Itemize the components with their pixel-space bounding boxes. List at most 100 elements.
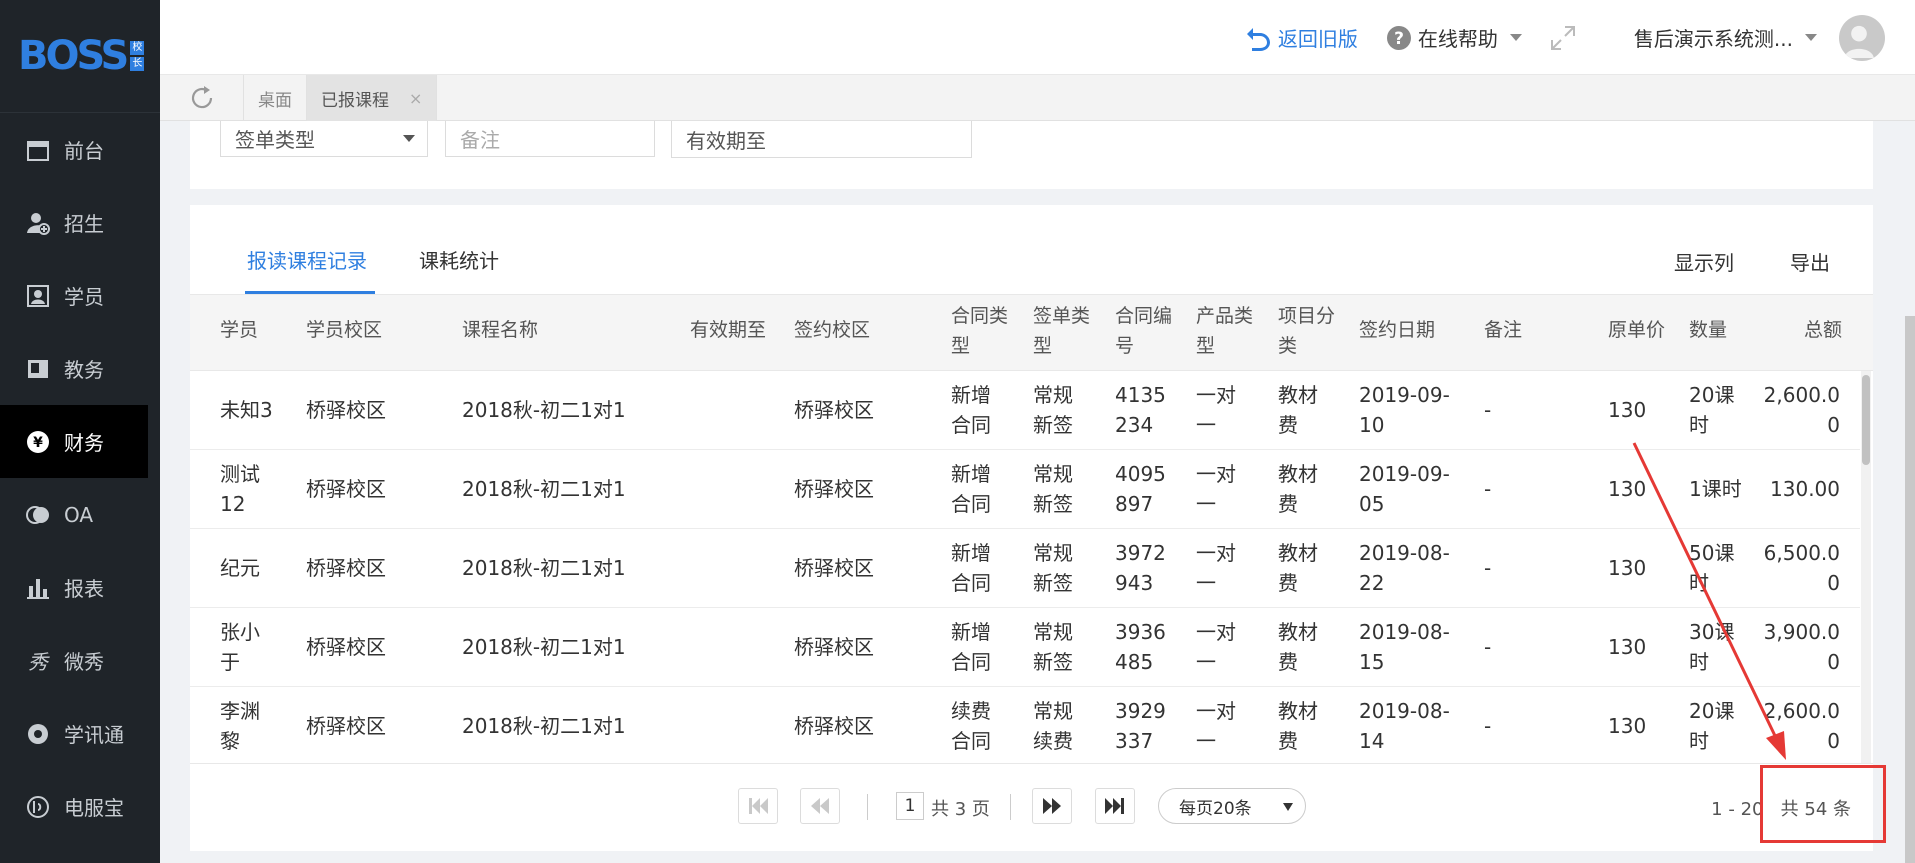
chevron-down-icon (1509, 34, 1522, 41)
page-size-select[interactable]: 每页20条 (1158, 788, 1306, 824)
cell-contract-type: 新增 合同 (951, 620, 991, 674)
cell-qty: 1课时 (1689, 477, 1742, 501)
cell-sign-type: 常规 续费 (1033, 699, 1073, 753)
sidebar-item-8[interactable]: 学讯通 (0, 697, 160, 770)
prev-page-button[interactable] (800, 788, 840, 824)
col-contract-type[interactable]: 合同类型 (951, 301, 1008, 361)
close-icon[interactable]: × (409, 89, 422, 108)
sidebar-item-label: 招生 (64, 212, 104, 236)
sidebar-item-label: 报表 (64, 577, 104, 601)
cell-qty: 30课时 (1689, 620, 1735, 674)
cell-course: 2018秋-初二1对1 (462, 635, 626, 659)
col-student-campus[interactable]: 学员校区 (306, 315, 382, 345)
sidebar-item-3[interactable]: 教务 (0, 332, 160, 405)
table-row[interactable]: 测试 12 桥驿校区 2018秋-初二1对1 桥驿校区 新增 合同 常规 新签 4095 897 一对… (190, 450, 1860, 529)
last-page-icon (1105, 798, 1124, 814)
tab-consumption-stats[interactable]: 课耗统计 (419, 245, 499, 274)
remark-input[interactable]: 备注 (445, 121, 655, 157)
sign-type-select[interactable]: 签单类型 (220, 121, 428, 157)
last-page-button[interactable] (1095, 788, 1135, 824)
first-page-button[interactable] (738, 788, 778, 824)
cell-date: 2019-08- 22 (1359, 541, 1450, 595)
sidebar-item-5[interactable]: OA (0, 478, 160, 551)
online-help-dropdown[interactable]: ? 在线帮助 (1386, 23, 1522, 52)
next-page-icon (1043, 798, 1061, 814)
cell-item-category: 教材费 (1278, 620, 1318, 674)
cell-sign-campus: 桥驿校区 (794, 556, 874, 580)
cell-sign-type: 常规 新签 (1033, 541, 1073, 595)
tab-enrollment-records[interactable]: 报读课程记录 (247, 245, 367, 274)
cell-date: 2019-08- 14 (1359, 699, 1450, 753)
col-sign-type[interactable]: 签单类型 (1033, 301, 1090, 361)
scrollbar-thumb[interactable] (1862, 375, 1870, 465)
cell-remark: - (1484, 635, 1492, 659)
col-sign-date[interactable]: 签约日期 (1359, 315, 1435, 345)
valid-until-input[interactable]: 有效期至 (671, 121, 972, 158)
col-contract-no[interactable]: 合同编号 (1115, 301, 1172, 361)
col-total[interactable]: 总额 (1804, 315, 1842, 345)
export-button[interactable]: 导出 (1790, 247, 1830, 276)
show-columns-button[interactable]: 显示列 (1674, 247, 1734, 276)
col-sign-campus[interactable]: 签约校区 (794, 315, 870, 345)
col-valid-until[interactable]: 有效期至 (690, 315, 766, 345)
user-menu-dropdown[interactable]: 售后演示系统测... (1634, 14, 1885, 61)
refresh-button[interactable] (160, 75, 244, 121)
sidebar-item-label: OA (64, 502, 94, 527)
student-card-icon (26, 284, 50, 308)
col-remark[interactable]: 备注 (1484, 315, 1522, 345)
sidebar-item-1[interactable]: 招生 (0, 186, 160, 259)
add-user-icon (26, 211, 50, 235)
col-product-type[interactable]: 产品类型 (1196, 301, 1253, 361)
filter-card: 签单类型 备注 有效期至 (190, 121, 1873, 189)
sidebar-item-0[interactable]: 前台 (0, 113, 160, 186)
cell-item-category: 教材费 (1278, 699, 1318, 753)
table-body: 未知3 桥驿校区 2018秋-初二1对1 桥驿校区 新增 合同 常规 新签 4135 234 一对一… (190, 371, 1860, 763)
cell-product-type: 一对一 (1196, 541, 1236, 595)
cell-sign-type: 常规 新签 (1033, 383, 1073, 437)
content-tabs: 报读课程记录 课耗统计 显示列 导出 (190, 205, 1873, 295)
sidebar-item-6[interactable]: 报表 (0, 551, 160, 624)
cell-contract-no: 3936 485 (1115, 620, 1166, 674)
table-scrollbar[interactable] (1861, 371, 1871, 763)
table-row[interactable]: 李渊黎 桥驿校区 2018秋-初二1对1 桥驿校区 续费 合同 常规 续费 3929 337 一对一… (190, 687, 1860, 763)
table-header: 学员 学员校区 课程名称 有效期至 签约校区 合同类型 签单类型 合同编号 产品… (190, 295, 1873, 371)
svg-text:秀: 秀 (28, 650, 50, 673)
next-page-button[interactable] (1032, 788, 1072, 824)
phone-service-icon (26, 795, 50, 819)
location-icon (26, 722, 50, 746)
pager-divider (1010, 794, 1011, 820)
col-unit-price[interactable]: 原单价 (1608, 315, 1665, 345)
tab-enrolled-courses[interactable]: 已报课程 × (307, 75, 438, 121)
cell-total: 130.00 (1770, 477, 1840, 501)
page-tabs-bar: 桌面 已报课程 × (160, 75, 1915, 121)
logo[interactable]: BOSS 校 长 (0, 0, 160, 113)
pager-divider (867, 794, 868, 820)
sidebar-item-label: 学讯通 (64, 723, 124, 747)
cell-sign-campus: 桥驿校区 (794, 635, 874, 659)
col-student[interactable]: 学员 (220, 315, 258, 345)
table-row[interactable]: 纪元 桥驿校区 2018秋-初二1对1 桥驿校区 新增 合同 常规 新签 3972 943 一对一 教… (190, 529, 1860, 608)
tab-desktop[interactable]: 桌面 (244, 75, 307, 121)
fullscreen-button[interactable] (1550, 25, 1582, 51)
sidebar-item-7[interactable]: 秀微秀 (0, 624, 160, 697)
table-row[interactable]: 未知3 桥驿校区 2018秋-初二1对1 桥驿校区 新增 合同 常规 新签 4135 234 一对一… (190, 371, 1860, 450)
col-quantity[interactable]: 数量 (1689, 315, 1727, 345)
first-page-icon (749, 798, 768, 814)
col-item-category[interactable]: 项目分类 (1278, 301, 1335, 361)
sidebar-item-9[interactable]: 电服宝 (0, 770, 160, 843)
refresh-icon (191, 86, 212, 109)
chevron-down-icon (403, 135, 415, 142)
table-row[interactable]: 张小于 桥驿校区 2018秋-初二1对1 桥驿校区 新增 合同 常规 新签 3936 485 一对一… (190, 608, 1860, 687)
avatar[interactable] (1839, 14, 1885, 61)
sidebar-item-4[interactable]: ¥ 财务 (0, 405, 148, 478)
sidebar-item-2[interactable]: 学员 (0, 259, 160, 332)
sidebar-item-label: 微秀 (64, 650, 104, 674)
page-number-input[interactable]: 1 (896, 792, 924, 820)
page-scrollbar[interactable] (1905, 316, 1915, 863)
chevron-down-icon (1805, 34, 1817, 41)
sidebar-item-label: 教务 (64, 358, 104, 382)
back-old-version-link[interactable]: 返回旧版 (1244, 23, 1358, 52)
cell-total: 2,600.0 0 (1763, 383, 1840, 437)
cell-date: 2019-09- 05 (1359, 462, 1450, 516)
col-course-name[interactable]: 课程名称 (462, 315, 538, 345)
